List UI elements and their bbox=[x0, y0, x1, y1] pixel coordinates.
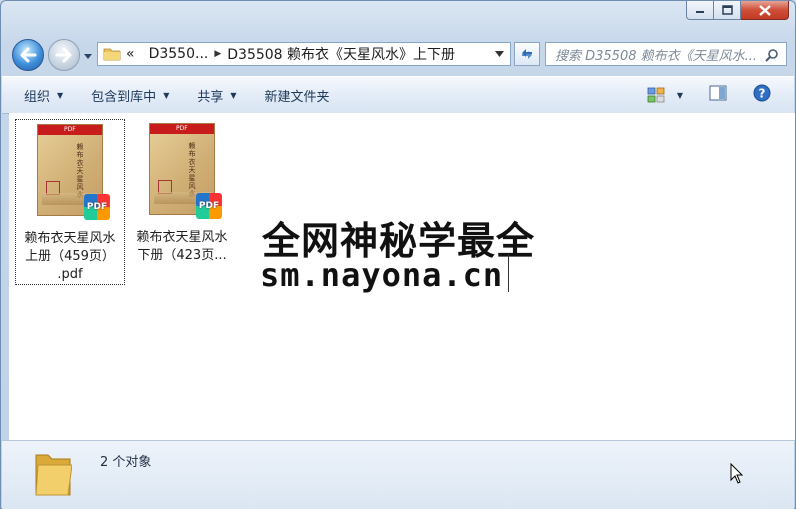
folder-icon bbox=[103, 48, 121, 61]
refresh-icon bbox=[522, 49, 532, 59]
cover-title: 赖布衣天星风水 bbox=[188, 142, 196, 198]
back-arrow-icon bbox=[20, 47, 37, 63]
close-button[interactable] bbox=[741, 1, 789, 20]
file-name-line1: 赖布衣天星风水 bbox=[24, 231, 116, 246]
share-label: 共享 bbox=[197, 89, 224, 105]
preview-pane-button[interactable] bbox=[709, 85, 727, 105]
address-dropdown-icon[interactable] bbox=[495, 50, 504, 58]
share-button[interactable]: 共享 ▼ bbox=[191, 82, 242, 108]
pdf-thumbnail: PDF 赖布衣天星风水 PDF bbox=[149, 123, 222, 219]
minimize-button[interactable] bbox=[686, 1, 714, 20]
text-cursor bbox=[508, 254, 509, 292]
recent-pages-dropdown-icon[interactable] bbox=[83, 51, 93, 61]
change-view-button[interactable]: ▼ bbox=[647, 87, 683, 103]
cover-band-label: PDF bbox=[64, 126, 76, 133]
address-bar[interactable]: « D3550... ▶ D35508 赖布衣《天星风水》上下册 bbox=[97, 42, 511, 66]
svg-text:?: ? bbox=[759, 87, 766, 101]
file-name-line2: 下册（423页... bbox=[137, 248, 227, 263]
forward-arrow-icon bbox=[55, 47, 72, 63]
breadcrumb-overflow[interactable]: « bbox=[126, 46, 135, 62]
mouse-pointer-icon bbox=[730, 463, 744, 484]
file-name-line2: 上册（459页） bbox=[25, 249, 115, 264]
help-button[interactable]: ? bbox=[753, 84, 771, 106]
caption-buttons bbox=[686, 1, 789, 23]
include-in-library-button[interactable]: 包含到库中 ▼ bbox=[85, 82, 175, 108]
new-folder-button[interactable]: 新建文件夹 bbox=[259, 82, 336, 108]
file-item-lower-volume[interactable]: PDF 赖布衣天星风水 PDF 赖布衣天星风水 下册（423页... bbox=[127, 119, 237, 285]
close-icon bbox=[758, 4, 771, 16]
view-icon bbox=[647, 87, 665, 103]
details-pane: 2 个对象 bbox=[2, 440, 794, 509]
watermark-url: sm.nayona.cn bbox=[260, 256, 504, 294]
cover-title: 赖布衣天星风水 bbox=[76, 143, 84, 199]
pdf-badge-icon: PDF bbox=[84, 194, 110, 220]
command-bar: 组织 ▼ 包含到库中 ▼ 共享 ▼ 新建文件夹 ▼ ? bbox=[2, 76, 794, 114]
chevron-down-icon: ▼ bbox=[676, 90, 683, 100]
file-name-line1: 赖布衣天星风水 bbox=[136, 230, 228, 245]
breadcrumb-parent[interactable]: D3550... bbox=[149, 46, 209, 62]
view-controls: ▼ ? bbox=[647, 77, 794, 113]
back-button[interactable] bbox=[12, 39, 44, 71]
minimize-icon bbox=[696, 11, 704, 13]
search-input[interactable]: 搜索 D35508 赖布衣《天星风水... bbox=[545, 42, 787, 66]
breadcrumb-current[interactable]: D35508 赖布衣《天星风水》上下册 bbox=[227, 44, 455, 64]
pdf-thumbnail: PDF 赖布衣天星风水 PDF bbox=[37, 124, 110, 220]
file-name: 赖布衣天星风水 下册（423页... bbox=[127, 229, 237, 265]
file-name-line3: .pdf bbox=[57, 267, 83, 282]
folder-icon bbox=[35, 454, 72, 496]
organize-button[interactable]: 组织 ▼ bbox=[18, 82, 69, 108]
search-icon[interactable] bbox=[765, 48, 779, 62]
search-placeholder: 搜索 D35508 赖布衣《天星风水... bbox=[555, 48, 758, 64]
explorer-window: « D3550... ▶ D35508 赖布衣《天星风水》上下册 搜索 D355… bbox=[0, 0, 796, 509]
item-count: 2 个对象 bbox=[100, 455, 152, 470]
preview-pane-icon bbox=[709, 85, 727, 101]
file-list-pane[interactable]: PDF 赖布衣天星风水 PDF 赖布衣天星风水 上册（459页） .pdf PD… bbox=[9, 113, 795, 440]
chevron-down-icon: ▼ bbox=[163, 90, 170, 100]
cover-band: PDF bbox=[38, 125, 102, 135]
pdf-badge-icon: PDF bbox=[196, 193, 222, 219]
cover-band: PDF bbox=[150, 124, 214, 134]
maximize-icon bbox=[721, 5, 733, 15]
forward-button[interactable] bbox=[48, 39, 80, 71]
file-name: 赖布衣天星风水 上册（459页） .pdf bbox=[16, 230, 124, 284]
cover-band-label: PDF bbox=[176, 125, 188, 132]
file-item-upper-volume[interactable]: PDF 赖布衣天星风水 PDF 赖布衣天星风水 上册（459页） .pdf bbox=[15, 119, 125, 285]
maximize-button[interactable] bbox=[714, 1, 741, 20]
chevron-down-icon: ▼ bbox=[57, 90, 64, 100]
help-icon: ? bbox=[753, 84, 771, 102]
include-library-label: 包含到库中 bbox=[91, 89, 157, 105]
chevron-down-icon: ▼ bbox=[230, 90, 237, 100]
new-folder-label: 新建文件夹 bbox=[264, 89, 330, 105]
breadcrumb-separator-icon[interactable]: ▶ bbox=[214, 49, 221, 59]
watermark-overlay: 全网神秘学最全 sm.nayona.cn bbox=[250, 204, 548, 303]
organize-label: 组织 bbox=[24, 89, 51, 105]
refresh-button[interactable] bbox=[514, 42, 540, 66]
